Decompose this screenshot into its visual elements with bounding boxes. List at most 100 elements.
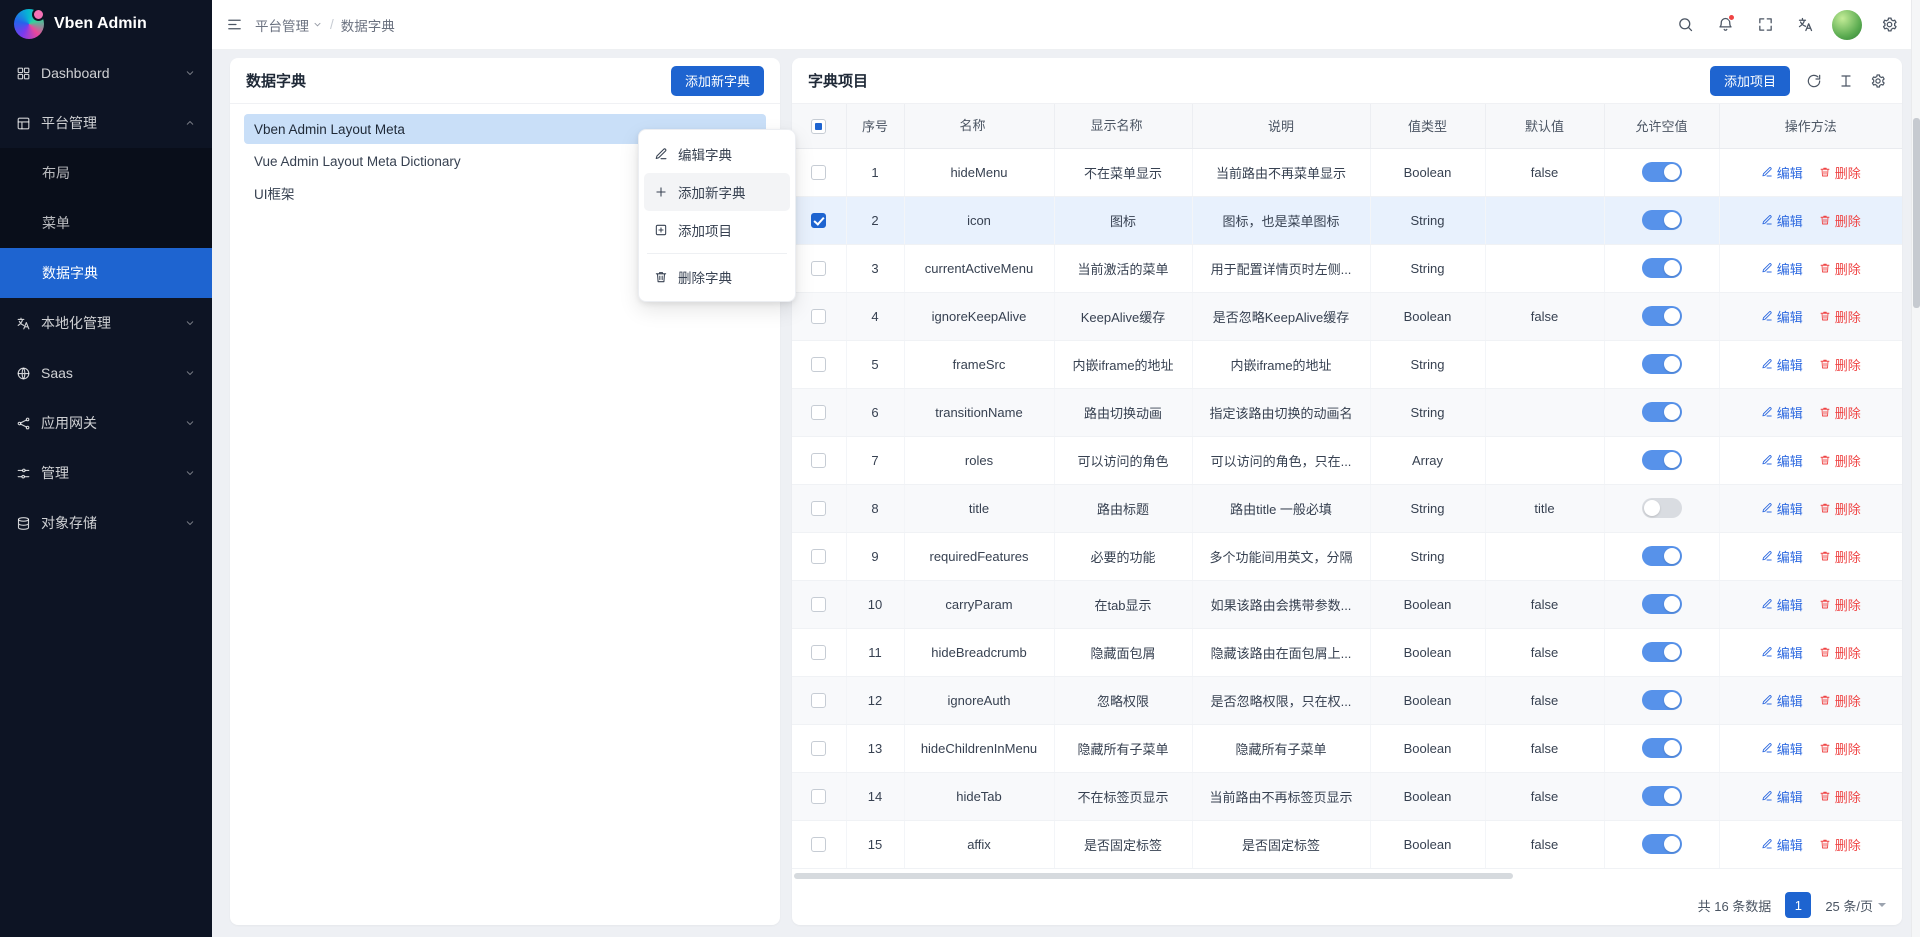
sort-icons[interactable] <box>1148 117 1156 136</box>
page-size-select[interactable]: 25 条/页 <box>1825 896 1886 915</box>
edit-link[interactable]: 编辑 <box>1761 691 1803 710</box>
delete-link[interactable]: 删除 <box>1819 307 1861 326</box>
table-row[interactable]: 1hideMenu不在菜单显示当前路由不再菜单显示Booleanfalse编辑删… <box>792 148 1902 196</box>
delete-link[interactable]: 删除 <box>1819 739 1861 758</box>
row-checkbox[interactable] <box>811 165 826 180</box>
edit-link[interactable]: 编辑 <box>1761 403 1803 422</box>
breadcrumb-item[interactable]: 平台管理 <box>255 15 323 35</box>
user-avatar[interactable] <box>1832 10 1862 40</box>
table-row[interactable]: 3currentActiveMenu当前激活的菜单用于配置详情页时左侧...St… <box>792 244 1902 292</box>
row-checkbox[interactable] <box>811 453 826 468</box>
delete-link[interactable]: 删除 <box>1819 691 1861 710</box>
delete-link[interactable]: 删除 <box>1819 403 1861 422</box>
edit-link[interactable]: 编辑 <box>1761 547 1803 566</box>
context-menu-item[interactable]: 删除字典 <box>644 258 790 296</box>
row-checkbox[interactable] <box>811 213 826 228</box>
row-checkbox[interactable] <box>811 357 826 372</box>
sidebar-item-manage[interactable]: 管理 <box>0 448 212 498</box>
allow-empty-toggle[interactable] <box>1642 594 1682 614</box>
sidebar-item-gateway[interactable]: 应用网关 <box>0 398 212 448</box>
edit-link[interactable]: 编辑 <box>1761 643 1803 662</box>
row-checkbox[interactable] <box>811 309 826 324</box>
table-row[interactable]: 4ignoreKeepAliveKeepAlive缓存是否忽略KeepAlive… <box>792 292 1902 340</box>
sidebar-toggle-icon[interactable] <box>226 16 243 33</box>
table-row[interactable]: 14hideTab不在标签页显示当前路由不再标签页显示Booleanfalse编… <box>792 772 1902 820</box>
delete-link[interactable]: 删除 <box>1819 259 1861 278</box>
allow-empty-toggle[interactable] <box>1642 834 1682 854</box>
delete-link[interactable]: 删除 <box>1819 595 1861 614</box>
allow-empty-toggle[interactable] <box>1642 546 1682 566</box>
allow-empty-toggle[interactable] <box>1642 738 1682 758</box>
edit-link[interactable]: 编辑 <box>1761 835 1803 854</box>
page-number-button[interactable]: 1 <box>1785 892 1811 918</box>
row-checkbox[interactable] <box>811 405 826 420</box>
add-item-button[interactable]: 添加项目 <box>1710 66 1790 96</box>
delete-link[interactable]: 删除 <box>1819 355 1861 374</box>
delete-link[interactable]: 删除 <box>1819 163 1861 182</box>
add-dictionary-button[interactable]: 添加新字典 <box>671 66 764 96</box>
allow-empty-toggle[interactable] <box>1642 402 1682 422</box>
delete-link[interactable]: 删除 <box>1819 835 1861 854</box>
edit-link[interactable]: 编辑 <box>1761 307 1803 326</box>
allow-empty-toggle[interactable] <box>1642 642 1682 662</box>
app-logo[interactable]: Vben Admin <box>0 0 212 48</box>
edit-link[interactable]: 编辑 <box>1761 499 1803 518</box>
sort-desc-icon[interactable] <box>991 128 999 136</box>
refresh-icon[interactable] <box>1806 73 1822 89</box>
context-menu-item[interactable]: 编辑字典 <box>644 135 790 173</box>
edit-link[interactable]: 编辑 <box>1761 787 1803 806</box>
gear-button[interactable] <box>1872 8 1906 42</box>
delete-link[interactable]: 删除 <box>1819 787 1861 806</box>
fullscreen-button[interactable] <box>1748 8 1782 42</box>
row-checkbox[interactable] <box>811 789 826 804</box>
edit-link[interactable]: 编辑 <box>1761 595 1803 614</box>
sort-desc-icon[interactable] <box>1148 128 1156 136</box>
row-checkbox[interactable] <box>811 837 826 852</box>
row-checkbox[interactable] <box>811 693 826 708</box>
sidebar-item-storage[interactable]: 对象存储 <box>0 498 212 548</box>
sidebar-item-platform[interactable]: 平台管理 <box>0 98 212 148</box>
select-all-checkbox[interactable] <box>811 119 826 134</box>
table-row[interactable]: 11hideBreadcrumb隐藏面包屑隐藏该路由在面包屑上...Boolea… <box>792 628 1902 676</box>
translate-button[interactable] <box>1788 8 1822 42</box>
gear-icon[interactable] <box>1870 73 1886 89</box>
sort-asc-icon[interactable] <box>1148 117 1156 125</box>
row-checkbox[interactable] <box>811 501 826 516</box>
table-row[interactable]: 6transitionName路由切换动画指定该路由切换的动画名String编辑… <box>792 388 1902 436</box>
allow-empty-toggle[interactable] <box>1642 690 1682 710</box>
sidebar-item-saas[interactable]: Saas <box>0 348 212 398</box>
delete-link[interactable]: 删除 <box>1819 643 1861 662</box>
allow-empty-toggle[interactable] <box>1642 450 1682 470</box>
delete-link[interactable]: 删除 <box>1819 499 1861 518</box>
row-checkbox[interactable] <box>811 549 826 564</box>
sort-icons[interactable] <box>991 117 999 136</box>
table-row[interactable]: 15affix是否固定标签是否固定标签Booleanfalse编辑删除 <box>792 820 1902 868</box>
sidebar-subitem-data-dict[interactable]: 数据字典 <box>0 248 212 298</box>
column-header-name[interactable]: 名称 <box>904 104 1054 148</box>
horizontal-scrollbar-thumb[interactable] <box>794 873 1513 879</box>
edit-link[interactable]: 编辑 <box>1761 259 1803 278</box>
context-menu-item[interactable]: 添加新字典 <box>644 173 790 211</box>
column-header-display_name[interactable]: 显示名称 <box>1054 104 1192 148</box>
edit-link[interactable]: 编辑 <box>1761 739 1803 758</box>
table-row[interactable]: 12ignoreAuth忽略权限是否忽略权限，只在权...Booleanfals… <box>792 676 1902 724</box>
table-row[interactable]: 8title路由标题路由title 一般必填Stringtitle编辑删除 <box>792 484 1902 532</box>
edit-link[interactable]: 编辑 <box>1761 211 1803 230</box>
table-row[interactable]: 5frameSrc内嵌iframe的地址内嵌iframe的地址String编辑删… <box>792 340 1902 388</box>
allow-empty-toggle[interactable] <box>1642 498 1682 518</box>
sidebar-item-dashboard[interactable]: Dashboard <box>0 48 212 98</box>
table-row[interactable]: 10carryParam在tab显示如果该路由会携带参数...Booleanfa… <box>792 580 1902 628</box>
page-scrollbar-thumb[interactable] <box>1913 118 1920 308</box>
sidebar-subitem-menu[interactable]: 菜单 <box>0 198 212 248</box>
table-row[interactable]: 7roles可以访问的角色可以访问的角色，只在...Array编辑删除 <box>792 436 1902 484</box>
allow-empty-toggle[interactable] <box>1642 786 1682 806</box>
context-menu-item[interactable]: 添加项目 <box>644 211 790 249</box>
edit-link[interactable]: 编辑 <box>1761 451 1803 470</box>
row-checkbox[interactable] <box>811 645 826 660</box>
delete-link[interactable]: 删除 <box>1819 451 1861 470</box>
allow-empty-toggle[interactable] <box>1642 162 1682 182</box>
search-button[interactable] <box>1668 8 1702 42</box>
table-row[interactable]: 2icon图标图标，也是菜单图标String编辑删除 <box>792 196 1902 244</box>
sort-asc-icon[interactable] <box>991 117 999 125</box>
row-height-icon[interactable] <box>1838 73 1854 89</box>
